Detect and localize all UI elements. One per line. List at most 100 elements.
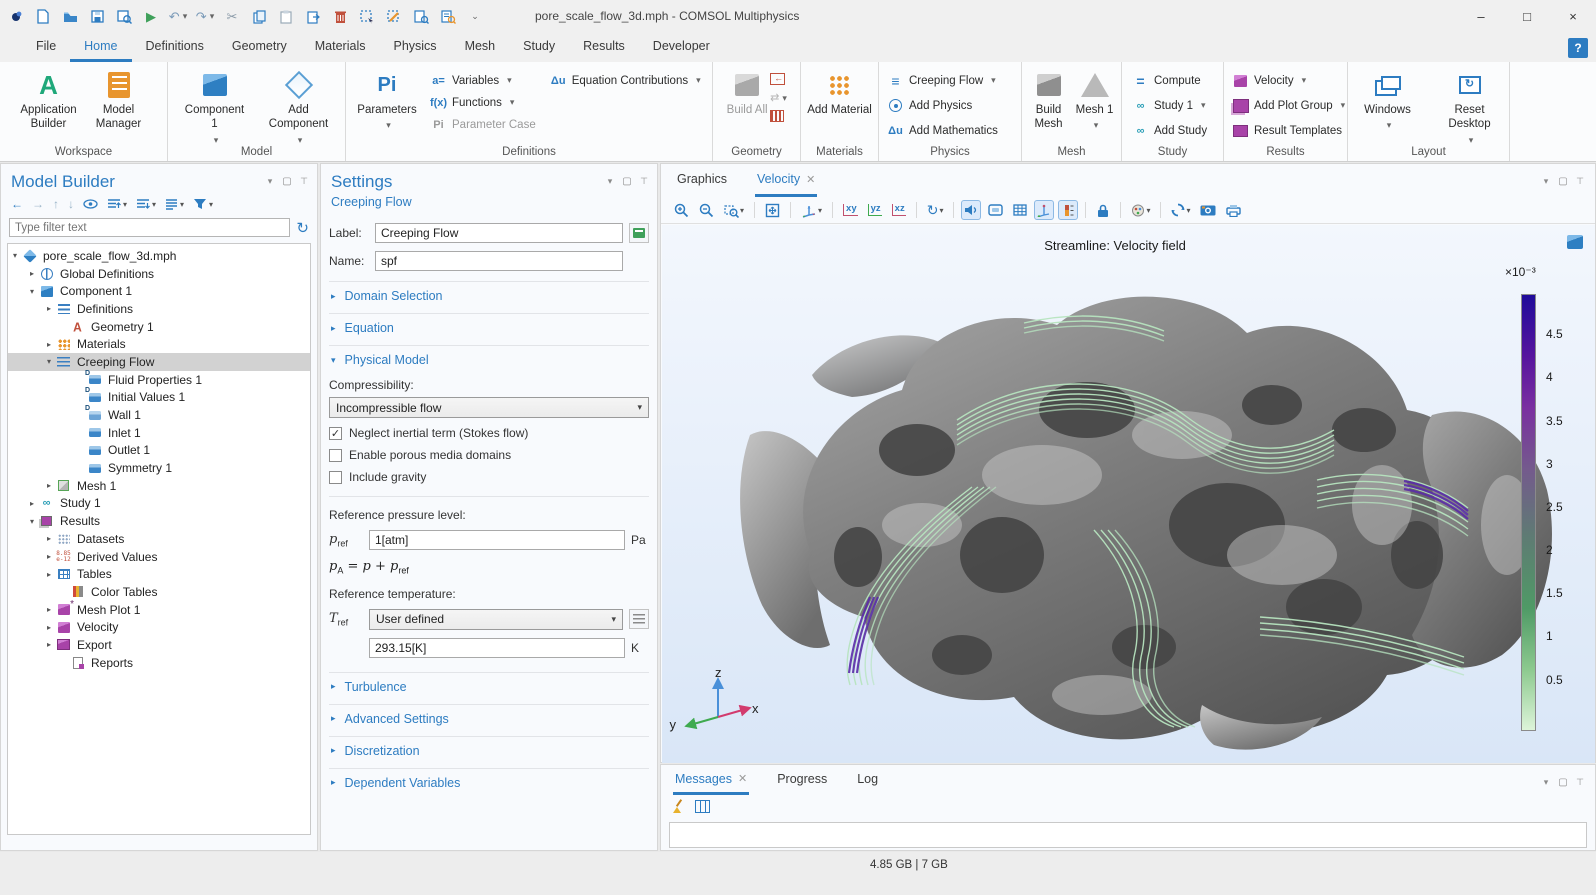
functions-button[interactable]: f(x)Functions [430,93,536,112]
plot-properties-icon[interactable] [1567,235,1583,249]
save-icon[interactable] [89,9,105,25]
node-text-icon[interactable]: ▾ [165,198,184,210]
tree-item-color-tables[interactable]: Color Tables [8,583,310,601]
pin-panel-icon[interactable]: ⊤ [1575,176,1585,187]
tree-item-wall-1[interactable]: Wall 1 [8,406,310,424]
tree-item-study-1[interactable]: ▸∞Study 1 [8,495,310,513]
equation-contributions-button[interactable]: ΔuEquation Contributions [550,71,701,90]
zoom-extents-icon[interactable] [762,200,783,220]
expand-all-icon[interactable]: ▾ [107,198,127,210]
close-tab-icon[interactable]: ✕ [738,772,747,785]
run-icon[interactable]: ▶ [143,9,159,25]
qat-customize-icon[interactable]: ⌄ [467,9,483,25]
move-up-icon[interactable]: ↑ [53,197,59,211]
pin-panel-icon[interactable]: ⊤ [1575,777,1585,788]
geometry-sync-icon[interactable]: ⇄ [770,91,787,104]
result-templates-button[interactable]: Result Templates [1232,121,1345,140]
new-file-icon[interactable] [35,9,51,25]
close-tab-icon[interactable]: ✕ [806,173,815,186]
checkbox-include-gravity[interactable]: Include gravity [329,470,649,484]
tab-study[interactable]: Study [509,33,569,62]
tree-item-materials[interactable]: ▸Materials [8,335,310,353]
tree-item-fluid-properties-1[interactable]: Fluid Properties 1 [8,371,310,389]
pin-panel-icon[interactable]: ⊤ [299,176,309,187]
zoom-out-icon[interactable] [696,200,717,220]
section-physical-model[interactable]: ▾Physical Model [329,345,649,367]
section-domain-selection[interactable]: ▸Domain Selection [329,281,649,303]
tab-results[interactable]: Results [569,33,639,62]
tree-item-initial-values-1[interactable]: Initial Values 1 [8,389,310,407]
tree-item-datasets[interactable]: ▸Datasets [8,530,310,548]
rotate-view-icon[interactable]: ↻▾ [924,200,947,220]
minimize-button[interactable]: – [1458,0,1504,33]
tree-item-inlet-1[interactable]: Inlet 1 [8,424,310,442]
find-icon[interactable] [440,9,456,25]
tree-item-creeping-flow[interactable]: ▾Creeping Flow [8,353,310,371]
pin-panel-icon[interactable]: ⊤ [639,176,649,187]
message-table-icon[interactable] [695,800,710,813]
tab-developer[interactable]: Developer [639,33,724,62]
tab-messages[interactable]: Messages✕ [673,765,749,795]
panel-menu-icon[interactable]: ▾ [605,176,615,187]
help-button[interactable]: ? [1568,38,1588,58]
color-legend-toggle-icon[interactable] [1058,200,1078,220]
tab-home[interactable]: Home [70,33,131,62]
compute-button[interactable]: =Compute [1132,71,1207,90]
add-plot-group-button[interactable]: Add Plot Group [1232,96,1345,115]
add-study-button[interactable]: ∞Add Study [1132,121,1207,140]
transparency-toggle-icon[interactable] [961,200,981,220]
copy-icon[interactable] [251,9,267,25]
reset-desktop-button[interactable]: ↻ Reset Desktop [1437,68,1503,146]
tab-physics[interactable]: Physics [379,33,450,62]
mesh-1-button[interactable]: Mesh 1 [1073,68,1117,132]
duplicate-icon[interactable] [305,9,321,25]
float-panel-icon[interactable]: ▢ [1558,777,1568,788]
geometry-sequence-icon[interactable] [770,110,784,122]
float-panel-icon[interactable]: ▢ [1558,176,1568,187]
close-button[interactable]: × [1550,0,1596,33]
variables-button[interactable]: a=Variables [430,71,536,90]
add-physics-button[interactable]: Add Physics [887,96,998,115]
label-field-input[interactable] [375,223,623,243]
clear-selection-icon[interactable] [386,9,402,25]
undo-icon[interactable]: ↶ [170,9,186,25]
tree-item-mesh-plot-1[interactable]: ▸Mesh Plot 1 [8,601,310,619]
graphics-settings-icon[interactable]: ▾ [1128,200,1153,220]
tree-item-mesh-1[interactable]: ▸Mesh 1 [8,477,310,495]
build-mesh-button[interactable]: Build Mesh [1027,68,1071,132]
model-manager-button[interactable]: Model Manager [86,68,152,132]
open-file-icon[interactable] [62,9,78,25]
parameters-button[interactable]: Pi Parameters [358,68,416,132]
lock-icon[interactable] [1093,200,1113,220]
tref-value-input[interactable] [369,638,625,658]
windows-button[interactable]: Windows [1355,68,1421,132]
tab-definitions[interactable]: Definitions [132,33,218,62]
tab-log[interactable]: Log [855,765,880,795]
filter-funnel-icon[interactable]: ▾ [193,198,213,210]
collapse-all-icon[interactable]: ▾ [136,198,156,210]
float-panel-icon[interactable]: ▢ [622,176,632,187]
clear-messages-icon[interactable] [671,799,685,813]
section-dependent-variables[interactable]: ▸Dependent Variables [329,768,649,790]
tree-item-root[interactable]: ▾pore_scale_flow_3d.mph [8,247,310,265]
build-all-button[interactable]: Build All [726,68,768,117]
panel-menu-icon[interactable]: ▾ [1541,176,1551,187]
add-material-button[interactable]: Add Material [807,68,873,117]
physics-interface-button[interactable]: ≡Creeping Flow [887,71,998,90]
section-equation[interactable]: ▸Equation [329,313,649,335]
float-panel-icon[interactable]: ▢ [282,176,292,187]
delete-icon[interactable] [332,9,348,25]
orientation-toggle-icon[interactable] [1034,200,1054,220]
move-down-icon[interactable]: ↓ [68,197,74,211]
panel-menu-icon[interactable]: ▾ [1541,777,1551,788]
tree-item-results[interactable]: ▾Results [8,512,310,530]
parameter-case-button[interactable]: PiParameter Case [430,115,536,134]
view-yz-icon[interactable]: yz [865,200,885,220]
tree-filter-input[interactable] [9,218,290,237]
tree-item-global-definitions[interactable]: ▸Global Definitions [8,265,310,283]
save-find-icon[interactable] [116,9,132,25]
tree-item-component-1[interactable]: ▾Component 1 [8,282,310,300]
select-box-icon[interactable] [359,9,375,25]
section-discretization[interactable]: ▸Discretization [329,736,649,758]
tree-item-geometry-1[interactable]: AGeometry 1 [8,318,310,336]
